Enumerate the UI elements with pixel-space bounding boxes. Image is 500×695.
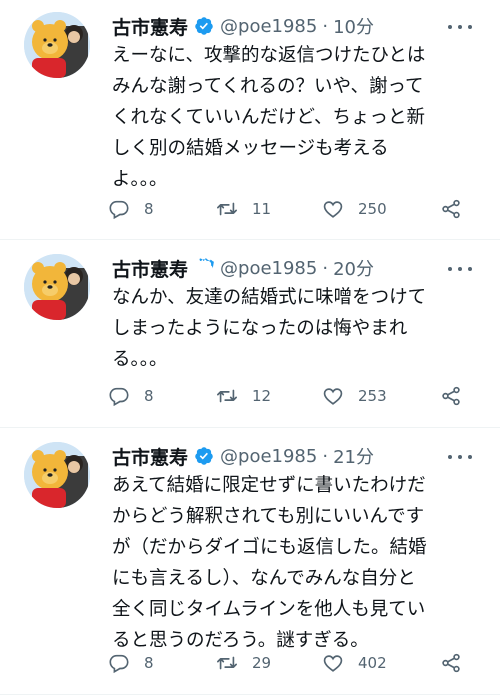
reply-button[interactable]: 8 [108,196,154,222]
like-icon [323,201,343,218]
retweet-icon [217,656,237,670]
like-count: 250 [358,200,387,218]
tweet-header: 古市憲寿 @poe1985 · 20分 [112,255,374,282]
tweet-text-line: みんな謝ってくれるの？いや、謝って [112,76,424,97]
retweet-button[interactable]: 29 [216,650,271,676]
tweet-text-line: からどう解釈されても別にいいんです [112,506,425,527]
reply-count: 8 [144,387,154,405]
like-count: 253 [358,387,387,405]
share-button[interactable] [440,650,462,676]
handle[interactable]: @poe1985 [220,258,317,279]
tweet-text-line: えーなに、攻撃的な返信つけたひとは [112,45,426,66]
tweet-header: 古市憲寿 @poe1985 · 21分 [112,443,374,470]
reply-count: 8 [144,200,154,218]
tweet-actions: 8 29 402 [108,650,468,676]
separator: · [322,445,329,467]
retweet-button[interactable]: 11 [216,196,271,222]
reply-button[interactable]: 8 [108,650,154,676]
reply-button[interactable]: 8 [108,383,154,409]
timestamp[interactable]: 20分 [333,255,374,281]
reply-icon [109,654,129,674]
display-name[interactable]: 古市憲寿 [112,443,188,470]
separator: · [322,257,329,279]
share-button[interactable] [440,383,462,409]
verified-badge-icon [194,446,214,466]
like-button[interactable]: 402 [322,650,387,676]
share-button[interactable] [440,196,462,222]
retweet-count: 29 [252,654,272,672]
avatar[interactable] [24,12,90,78]
avatar-image [24,12,90,78]
like-button[interactable]: 253 [322,383,387,409]
like-icon [323,388,343,405]
retweet-button[interactable]: 12 [216,383,271,409]
like-icon [323,655,343,672]
avatar-image [24,254,90,320]
tweet-text-line: よ。。。 [112,169,168,190]
tweet[interactable]: 古市憲寿 @poe1985 · 10分 えーなに、攻撃的な返信つけたひとは みん… [0,0,500,240]
tweet-text-line: くれなくていいんだけど、ちょっと新 [112,107,426,128]
display-name[interactable]: 古市憲寿 [112,255,188,282]
tweet-text: なんか、友達の結婚式に味噌をつけて しまったようになったのは悔やまれ る。。。 [112,282,482,375]
tweet[interactable]: 古市憲寿 @poe1985 · 20分 なんか、友達の結婚式に味噌をつけて しま… [0,240,500,428]
retweet-icon [217,202,237,216]
timeline-feed: 古市憲寿 @poe1985 · 10分 えーなに、攻撃的な返信つけたひとは みん… [0,0,500,695]
handle[interactable]: @poe1985 [220,446,317,467]
tweet-text-line: 全く同じタイムラインを他人も見てい [112,599,426,620]
avatar-image [24,442,90,508]
tweet-text-line: にも言えるし）、なんでみんな自分と [112,568,416,589]
more-icon[interactable] [448,18,472,36]
tweet-text-line: あえて結婚に限定せずに書いたわけだ [112,475,426,496]
retweet-count: 12 [252,387,272,405]
share-icon [442,653,460,673]
share-icon [442,199,460,219]
avatar[interactable] [24,442,90,508]
timestamp[interactable]: 10分 [333,13,374,39]
tweet-text-line: しまったようになったのは悔やまれ [112,318,408,339]
tweet-text-line: なんか、友達の結婚式に味噌をつけて [112,287,427,308]
more-icon[interactable] [448,260,472,278]
tweet-actions: 8 12 253 [108,383,468,409]
retweet-count: 11 [252,200,272,218]
reply-icon [109,387,129,407]
tweet-header: 古市憲寿 @poe1985 · 10分 [112,13,374,40]
reply-count: 8 [144,654,154,672]
tweet-actions: 8 11 250 [108,196,468,222]
retweet-icon [217,389,237,403]
avatar[interactable] [24,254,90,320]
like-count: 402 [358,654,387,672]
separator: · [322,15,329,37]
more-icon[interactable] [448,448,472,466]
share-icon [442,386,460,406]
handle[interactable]: @poe1985 [220,16,317,37]
tweet-text-line: しく別の結婚メッセージも考える [112,138,389,159]
verified-badge-icon [194,16,214,36]
tweet-text-line: が（だからダイゴにも返信した。結婚 [112,537,427,558]
tweet-text: あえて結婚に限定せずに書いたわけだ からどう解釈されても別にいいんです が（だか… [112,470,482,656]
tweet-text-line: る。。。 [112,349,168,370]
display-name[interactable]: 古市憲寿 [112,13,188,40]
tweet[interactable]: 古市憲寿 @poe1985 · 21分 あえて結婚に限定せずに書いたわけだ から… [0,428,500,695]
like-button[interactable]: 250 [322,196,387,222]
verified-badge-icon [194,258,215,278]
timestamp[interactable]: 21分 [333,443,374,469]
reply-icon [109,200,129,220]
tweet-text: えーなに、攻撃的な返信つけたひとは みんな謝ってくれるの？いや、謝って くれなく… [112,40,482,195]
